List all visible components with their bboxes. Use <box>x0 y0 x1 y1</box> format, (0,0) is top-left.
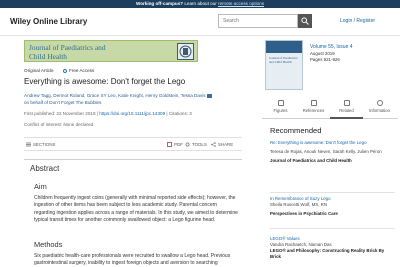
free-access-icon <box>63 68 67 73</box>
citations-count[interactable]: | Citations: 3 <box>165 111 191 116</box>
issue-pages: Pages 921-926 <box>310 57 340 62</box>
pdf-icon <box>167 142 172 147</box>
aim-paragraph: Children frequently ingest coins (genera… <box>34 195 238 224</box>
pdf-button[interactable]: PDF <box>167 142 183 147</box>
journal-banner[interactable]: Journal of Paediatrics and Child Health <box>24 40 198 62</box>
recommended-title-link[interactable]: Re: Everything is awesome: Don't forget … <box>270 140 395 146</box>
search-input[interactable]: Search <box>218 14 298 28</box>
free-access-badge: Free Access <box>63 68 94 73</box>
article-title: Everything is awesome: Don't forget the … <box>24 77 186 86</box>
figures-icon <box>277 100 284 106</box>
references-icon <box>310 100 317 106</box>
recommended-heading: Recommended <box>270 126 322 135</box>
abstract-heading: Abstract <box>30 164 60 173</box>
recommended-item: In Remembrance of Suzy Lego Sheila Rusce… <box>270 196 395 217</box>
sidebar-tabs: Figures References Related Information <box>262 97 398 119</box>
recommended-item: LEGO® Values Vandra Rachaetch, Naman Das… <box>270 236 395 260</box>
tab-related-label: Related <box>339 108 354 113</box>
search-icon <box>301 17 309 25</box>
journal-banner-line2: Child Health <box>29 52 67 61</box>
remote-access-link[interactable]: remote access options <box>218 1 264 6</box>
recommended-authors: Sheila Ruscetti Wolf, MS, RN <box>270 202 328 207</box>
remote-access-lead: Working off-campus? <box>135 1 184 6</box>
share-button[interactable]: SHARE <box>211 142 233 147</box>
recommended-divider <box>270 228 395 229</box>
tools-icon <box>185 142 190 147</box>
issue-info: Volume 55, Issue 4 August 2019 Pages 921… <box>310 44 353 64</box>
cover-title: Journal of Paediatrics and Child Health <box>269 56 298 64</box>
pdf-label: PDF <box>174 142 183 147</box>
share-icon <box>211 142 216 147</box>
recommended-journal[interactable]: LEGO® and Philosophy: Constructing Reali… <box>270 248 395 260</box>
site-header: Wiley Online Library Search Login / Regi… <box>0 8 400 36</box>
remote-access-bar: Working off-campus? Learn about our remo… <box>0 0 400 8</box>
first-published: First published: 22 November 2018 | <box>24 111 100 116</box>
publication-line: First published: 22 November 2018 | http… <box>24 111 192 116</box>
recommended-authors: Teresa de Rojas, Anouk Neven, Sarah Kell… <box>270 149 382 154</box>
information-icon <box>376 100 383 106</box>
sections-label: SECTIONS <box>33 142 56 147</box>
article-toolbar: SECTIONS PDF TOOLS SHARE <box>24 137 242 151</box>
share-label: SHARE <box>218 142 234 147</box>
article-type: Original Article <box>24 68 54 73</box>
tab-references-label: References <box>302 108 325 113</box>
recommended-journal[interactable]: Perspectives in Psychiatric Care <box>270 211 395 217</box>
tab-related[interactable]: Related <box>330 99 363 119</box>
tab-figures-label: Figures <box>273 108 288 113</box>
author-list: Andrew Tagg, Dermot Roland, Grace SY Leo… <box>24 93 234 106</box>
journal-cover-image[interactable]: Journal of Paediatrics and Child Health <box>265 40 303 90</box>
cover-header-band <box>266 41 302 53</box>
tab-information[interactable]: Information <box>363 99 396 119</box>
tools-button[interactable]: TOOLS <box>185 142 207 147</box>
recommended-journal[interactable]: Journal of Paediatrics and Child Health <box>270 158 395 164</box>
remote-access-text: Learn about our <box>183 1 219 6</box>
methods-paragraph: Six paediatric health-care professionals… <box>34 253 231 267</box>
authors-line[interactable]: Andrew Tagg, Dermot Roland, Grace SY Leo… <box>24 93 206 98</box>
methods-heading: Methods <box>34 240 63 249</box>
journal-seal-logo <box>177 43 194 60</box>
recommended-divider <box>270 192 395 193</box>
journal-banner-line1: Journal of Paediatrics and <box>29 43 106 52</box>
site-brand[interactable]: Wiley Online Library <box>10 17 87 26</box>
authors-group[interactable]: on behalf of Don't Forget The Bubbles <box>24 100 101 105</box>
sections-button[interactable]: SECTIONS <box>26 142 55 147</box>
tab-information-label: Information <box>369 108 390 113</box>
volume-issue-link[interactable]: Volume 55, Issue 4 <box>310 44 353 51</box>
conflict-of-interest: Conflict of interest: None declared. <box>24 122 95 127</box>
recommended-item: Re: Everything is awesome: Don't forget … <box>270 140 395 164</box>
tab-figures[interactable]: Figures <box>264 99 297 119</box>
orcid-icon[interactable] <box>206 93 212 98</box>
doi-link[interactable]: https://doi.org/10.1111/jpc.14309 <box>99 111 165 116</box>
aim-heading: Aim <box>34 182 47 191</box>
tab-references[interactable]: References <box>297 99 330 119</box>
abstract-section: Abstract Aim Children frequently ingest … <box>24 159 242 267</box>
sections-icon <box>26 142 31 147</box>
free-access-label: Free Access <box>69 68 95 73</box>
tools-label: TOOLS <box>192 142 207 147</box>
related-icon <box>343 100 350 106</box>
search-button[interactable] <box>298 14 312 28</box>
login-register-link[interactable]: Login / Register <box>340 18 375 24</box>
